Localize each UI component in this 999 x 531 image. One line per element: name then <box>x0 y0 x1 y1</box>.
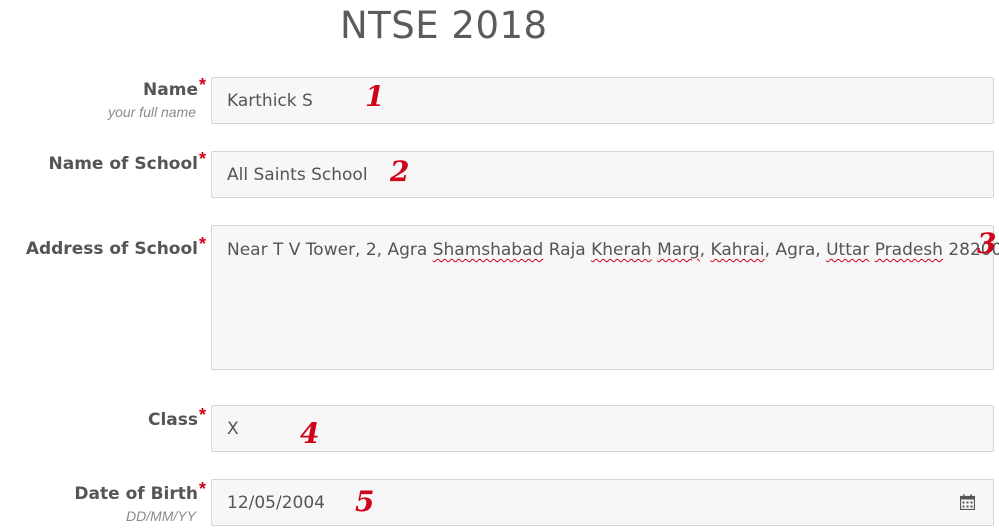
address-textarea-value: Near T V Tower, 2, Agra Shamshabad Raja … <box>227 240 999 260</box>
address-label-group: Address of School* <box>25 234 206 259</box>
name-label: Name <box>143 80 198 100</box>
annotation-marker-2: 2 <box>390 155 410 188</box>
address-label: Address of School <box>25 239 198 259</box>
calendar-icon[interactable] <box>960 494 975 510</box>
address-textarea[interactable]: Near T V Tower, 2, Agra Shamshabad Raja … <box>211 225 999 370</box>
required-asterisk: * <box>198 405 206 425</box>
name-label-group: Name* your full name <box>108 75 206 120</box>
dob-input[interactable]: 12/05/2004 <box>211 479 994 526</box>
annotation-marker-3: 3 <box>977 227 997 260</box>
required-asterisk: * <box>198 75 206 95</box>
annotation-marker-4: 4 <box>300 417 320 450</box>
annotation-marker-1: 1 <box>365 80 385 113</box>
required-asterisk: * <box>198 149 206 169</box>
dob-label-group: Date of Birth* DD/MM/YY <box>74 479 206 524</box>
page-title: NTSE 2018 <box>340 4 548 47</box>
class-input[interactable]: X <box>211 405 994 452</box>
school-label: Name of School <box>48 154 198 174</box>
name-hint: your full name <box>108 104 196 120</box>
name-input[interactable]: Karthick S <box>211 77 994 124</box>
school-input[interactable]: All Saints School <box>211 151 994 198</box>
school-input-value: All Saints School <box>227 165 368 185</box>
required-asterisk: * <box>198 234 206 254</box>
dob-label: Date of Birth <box>74 484 198 504</box>
required-asterisk: * <box>198 479 206 499</box>
name-input-value: Karthick S <box>227 91 313 111</box>
dob-input-value: 12/05/2004 <box>227 493 325 513</box>
class-label-group: Class* <box>147 405 206 430</box>
school-label-group: Name of School* <box>48 149 206 174</box>
dob-hint: DD/MM/YY <box>126 508 196 524</box>
class-label: Class <box>147 410 198 430</box>
class-input-value: X <box>227 419 239 439</box>
annotation-marker-5: 5 <box>355 485 375 518</box>
